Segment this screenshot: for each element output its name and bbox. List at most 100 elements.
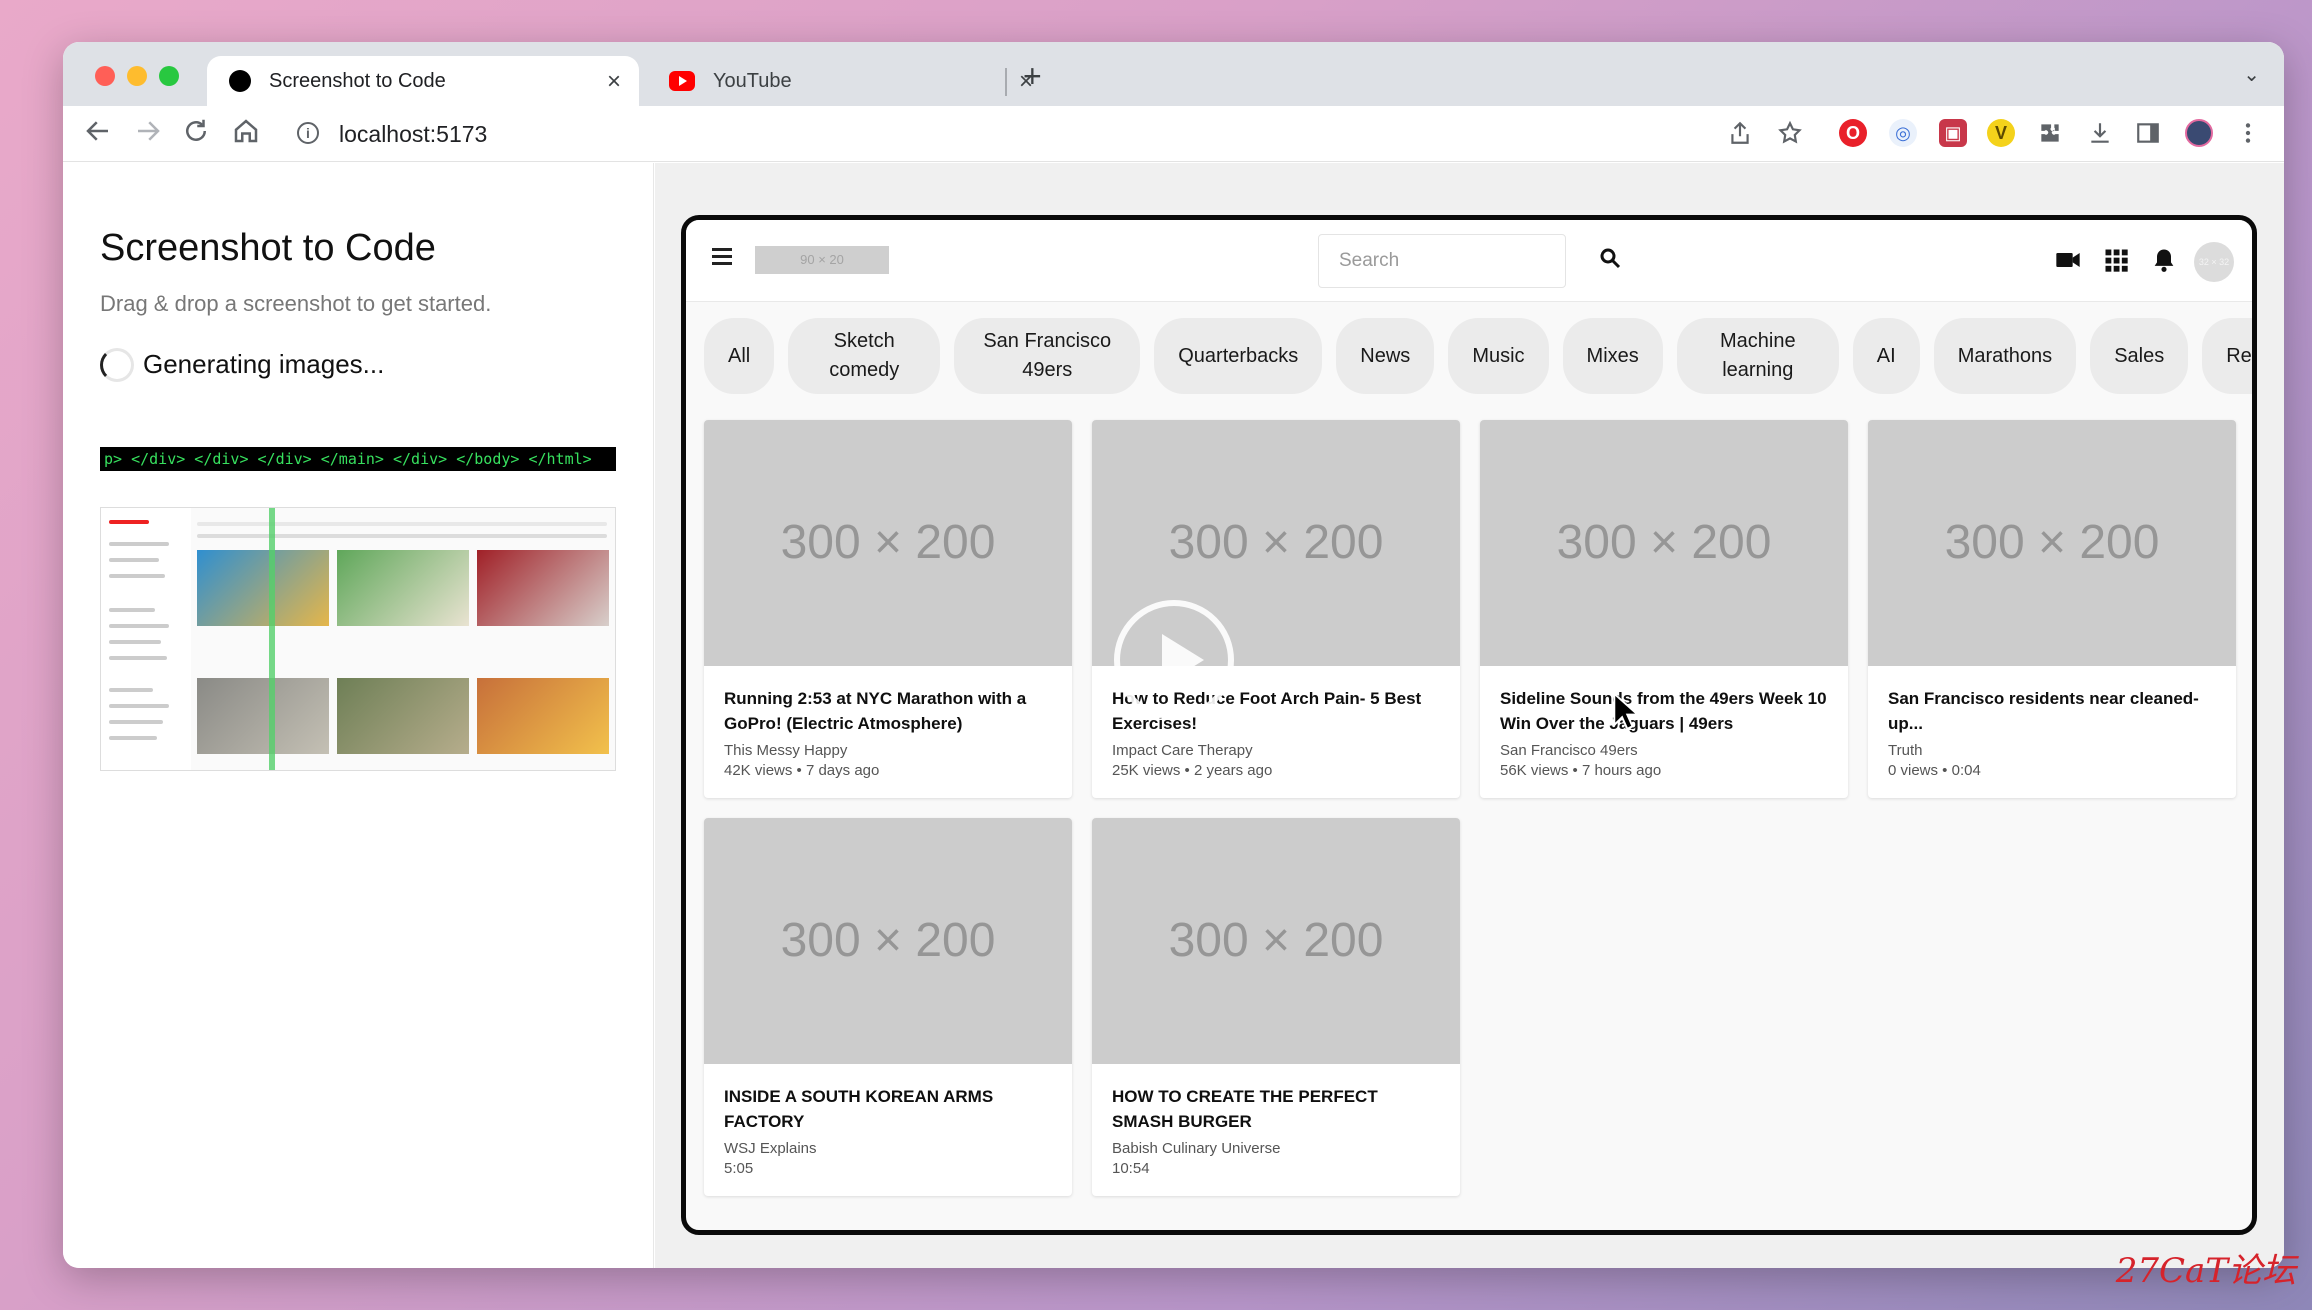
video-thumbnail[interactable]: 300 × 200 (704, 420, 1072, 666)
new-tab-button[interactable]: + (1023, 58, 1042, 95)
video-thumbnail[interactable]: 300 × 200 (1480, 420, 1848, 666)
video-meta: 10:54 (1112, 1160, 1150, 1177)
chip-all[interactable]: All (704, 318, 775, 394)
video-thumbnail[interactable]: 300 × 200 (1092, 818, 1460, 1064)
video-channel[interactable]: Babish Culinary Universe (1112, 1139, 1440, 1159)
search-icon[interactable] (1598, 246, 1622, 270)
tab-screenshot-to-code[interactable]: Screenshot to Code × (207, 56, 639, 106)
apps-grid-icon[interactable] (2102, 246, 2130, 274)
video-channel[interactable]: This Messy Happy (724, 741, 1052, 761)
chip-music[interactable]: Music (1448, 318, 1549, 394)
minimize-window-button[interactable] (127, 66, 147, 86)
avatar[interactable]: 32 × 32 (2194, 242, 2234, 282)
bell-icon[interactable] (2150, 246, 2178, 274)
thumbnail-video-5 (337, 678, 469, 754)
video-card[interactable]: 300 × 200 HOW TO CREATE THE PERFECT SMAS… (1092, 818, 1460, 1196)
bookmark-star-icon[interactable] (1777, 120, 1803, 146)
play-button-icon[interactable] (1114, 600, 1234, 720)
generated-preview-frame: 90 × 20 Search 32 × 32 All Sketch comedy… (681, 215, 2257, 1235)
browser-toolbar: i localhost:5173 O ◎ ▣ V (63, 106, 2284, 162)
thumbnail-video-4 (197, 678, 329, 754)
video-card[interactable]: 300 × 200 How to Reduce Foot Arch Pain- … (1092, 420, 1460, 798)
search-input[interactable]: Search (1318, 234, 1566, 288)
hamburger-menu-icon[interactable] (712, 248, 732, 266)
download-icon[interactable] (2087, 120, 2113, 146)
video-card[interactable]: 300 × 200 Running 2:53 at NYC Marathon w… (704, 420, 1072, 798)
v-extension-icon[interactable]: V (1987, 119, 2015, 147)
chip-san-francisco-49ers[interactable]: San Francisco 49ers (954, 318, 1141, 394)
side-panel-icon[interactable] (2135, 120, 2161, 146)
thumbnail-video-6 (477, 678, 609, 754)
thumbnail-video-1 (197, 550, 329, 626)
video-thumbnail[interactable]: 300 × 200 (1868, 420, 2236, 666)
chip-resolutions[interactable]: Resolutions (2202, 318, 2252, 394)
video-card[interactable]: 300 × 200 San Francisco residents near c… (1868, 420, 2236, 798)
tab-search-chevron-icon[interactable]: ⌄ (2243, 62, 2260, 87)
profile-avatar[interactable] (2185, 119, 2213, 147)
chip-ai[interactable]: AI (1852, 318, 1920, 394)
back-arrow-icon[interactable] (83, 116, 113, 146)
maximize-window-button[interactable] (159, 66, 179, 86)
tab-youtube[interactable]: YouTube × (643, 56, 1051, 106)
video-channel[interactable]: San Francisco 49ers (1500, 741, 1828, 761)
scan-progress-line (269, 508, 275, 770)
video-camera-icon[interactable] (2054, 246, 2082, 274)
video-channel[interactable]: WSJ Explains (724, 1139, 1052, 1159)
puzzle-extensions-icon[interactable] (2037, 120, 2063, 146)
address-text: localhost:5173 (339, 120, 488, 147)
video-thumbnail[interactable]: 300 × 200 (704, 818, 1072, 1064)
forum-watermark: 27CaT论坛 (2115, 1251, 2296, 1291)
loading-spinner-icon (100, 348, 134, 382)
address-bar[interactable]: i localhost:5173 (283, 112, 1723, 156)
privacy-extension-icon[interactable]: ◎ (1889, 119, 1917, 147)
video-title[interactable]: Running 2:53 at NYC Marathon with a GoPr… (724, 686, 1052, 736)
app-subtitle: Drag & drop a screenshot to get started. (100, 291, 492, 316)
video-meta: 0 views • 0:04 (1888, 762, 1981, 779)
tab-separator (1005, 68, 1007, 96)
mouse-cursor-icon (1613, 692, 1639, 731)
reload-icon[interactable] (181, 116, 211, 146)
preview-header: 90 × 20 Search 32 × 32 (686, 220, 2252, 302)
close-icon[interactable]: × (607, 68, 621, 96)
chip-machine-learning[interactable]: Machine learning (1676, 318, 1839, 394)
tab-title: Screenshot to Code (269, 69, 446, 92)
site-info-icon[interactable]: i (297, 122, 319, 144)
video-channel[interactable]: Truth (1888, 741, 2216, 761)
chip-mixes[interactable]: Mixes (1562, 318, 1663, 394)
opera-extension-icon[interactable]: O (1839, 119, 1867, 147)
share-icon[interactable] (1727, 120, 1753, 146)
chip-quarterbacks[interactable]: Quarterbacks (1154, 318, 1323, 394)
video-channel[interactable]: Impact Care Therapy (1112, 741, 1440, 761)
kebab-menu-icon[interactable] (2235, 120, 2261, 146)
pdf-extension-icon[interactable]: ▣ (1939, 119, 1967, 147)
chip-marathons[interactable]: Marathons (1933, 318, 2077, 394)
home-icon[interactable] (231, 116, 261, 146)
close-window-button[interactable] (95, 66, 115, 86)
video-meta: 42K views • 7 days ago (724, 762, 880, 779)
chip-news[interactable]: News (1336, 318, 1435, 394)
browser-window: Screenshot to Code × YouTube × + ⌄ i loc… (63, 42, 2284, 1268)
tab-strip: Screenshot to Code × YouTube × + ⌄ (63, 42, 2284, 106)
thumbnail-video-3 (477, 550, 609, 626)
video-card[interactable]: 300 × 200 Sideline Sounds from the 49ers… (1480, 420, 1848, 798)
youtube-icon (669, 71, 695, 91)
chip-sketch-comedy[interactable]: Sketch comedy (788, 318, 941, 394)
uploaded-screenshot-thumbnail (100, 507, 616, 771)
video-title[interactable]: Sideline Sounds from the 49ers Week 10 W… (1500, 686, 1828, 736)
video-card[interactable]: 300 × 200 INSIDE A SOUTH KOREAN ARMS FAC… (704, 818, 1072, 1196)
thumbnail-sidebar (101, 508, 191, 770)
generation-status: Generating images... (143, 349, 385, 379)
video-meta: 56K views • 7 hours ago (1500, 762, 1662, 779)
tab-title: YouTube (713, 69, 792, 92)
preview-pane: 90 × 20 Search 32 × 32 All Sketch comedy… (655, 163, 2284, 1268)
video-title[interactable]: INSIDE A SOUTH KOREAN ARMS FACTORY (724, 1084, 1052, 1134)
video-meta: 5:05 (724, 1160, 754, 1177)
chip-sales[interactable]: Sales (2090, 318, 2189, 394)
video-title[interactable]: HOW TO CREATE THE PERFECT SMASH BURGER (1112, 1084, 1440, 1134)
category-chips: All Sketch comedy San Francisco 49ers Qu… (704, 318, 2252, 394)
logo-placeholder[interactable]: 90 × 20 (755, 246, 889, 274)
forward-arrow-icon[interactable] (133, 116, 163, 146)
video-title[interactable]: San Francisco residents near cleaned-up.… (1888, 686, 2216, 736)
black-dot-icon (229, 70, 251, 92)
thumbnail-video-2 (337, 550, 469, 626)
